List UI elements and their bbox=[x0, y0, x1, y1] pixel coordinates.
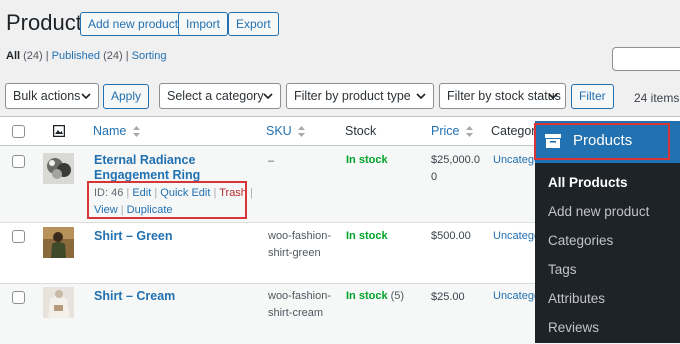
product-thumbnail[interactable] bbox=[43, 287, 74, 318]
search-input[interactable] bbox=[612, 47, 680, 71]
filter-published-count: (24) bbox=[103, 50, 123, 62]
stock-status-select[interactable]: Filter by stock status bbox=[439, 83, 566, 109]
product-type-select[interactable]: Filter by product type bbox=[286, 83, 434, 109]
sku-line: woo-fashion- bbox=[268, 290, 331, 302]
filter-published-link[interactable]: Published bbox=[52, 50, 100, 62]
price-cell: $25.00 bbox=[431, 291, 465, 303]
bulk-actions-select[interactable]: Bulk actions bbox=[5, 83, 99, 109]
separator: | bbox=[125, 50, 129, 62]
image-icon bbox=[53, 125, 65, 137]
chevron-down-icon bbox=[548, 93, 558, 100]
filter-all-count: (24) bbox=[23, 50, 43, 62]
price-line: $25,000.0 bbox=[431, 154, 480, 166]
column-name[interactable]: Name bbox=[93, 124, 140, 138]
separator: | bbox=[45, 50, 49, 62]
stock-status: In stock (5) bbox=[346, 290, 404, 302]
sort-icon bbox=[465, 126, 473, 138]
menu-item-reviews[interactable]: Reviews bbox=[548, 320, 599, 335]
items-count: 24 items bbox=[634, 91, 680, 105]
menu-item-all-products[interactable]: All Products bbox=[548, 175, 628, 190]
stock-status: In stock bbox=[346, 154, 388, 166]
price-cell: $25,000.0 0 bbox=[431, 152, 491, 186]
row-actions-highlight bbox=[87, 181, 247, 219]
product-thumbnail[interactable] bbox=[43, 153, 74, 184]
sort-icon bbox=[298, 126, 306, 138]
row-checkbox[interactable] bbox=[12, 155, 25, 168]
add-new-product-button[interactable]: Add new product bbox=[80, 12, 187, 36]
select-all-checkbox[interactable] bbox=[12, 125, 25, 138]
sorting-link[interactable]: Sorting bbox=[132, 50, 167, 62]
product-thumbnail[interactable] bbox=[43, 227, 74, 258]
sku-line: shirt-green bbox=[268, 247, 321, 259]
export-button[interactable]: Export bbox=[228, 12, 279, 36]
status-filter-links: All (24) | Published (24) | Sorting bbox=[6, 50, 166, 62]
sku-cell: woo-fashion- shirt-cream bbox=[268, 288, 338, 322]
column-sku-label: SKU bbox=[266, 124, 292, 138]
price-cell: $500.00 bbox=[431, 230, 471, 242]
column-stock: Stock bbox=[345, 124, 377, 138]
column-price[interactable]: Price bbox=[431, 124, 473, 138]
products-menu-highlight bbox=[534, 123, 670, 160]
menu-item-add-new-product[interactable]: Add new product bbox=[548, 204, 649, 219]
chevron-down-icon bbox=[81, 93, 91, 100]
sort-icon bbox=[132, 126, 140, 138]
separator: | bbox=[250, 187, 253, 199]
sku-cell: woo-fashion- shirt-green bbox=[268, 228, 338, 262]
stock-status-label: In stock bbox=[346, 290, 388, 302]
product-name-link[interactable]: Eternal Radiance Engagement Ring bbox=[94, 153, 254, 183]
sku-line: woo-fashion- bbox=[268, 230, 331, 242]
filter-button[interactable]: Filter bbox=[571, 84, 614, 109]
chevron-down-icon bbox=[263, 93, 273, 100]
apply-button[interactable]: Apply bbox=[103, 84, 150, 109]
stock-status-value: Filter by stock status bbox=[447, 89, 561, 103]
product-name-link[interactable]: Shirt – Green bbox=[94, 229, 254, 244]
menu-item-tags[interactable]: Tags bbox=[548, 262, 577, 277]
bulk-actions-value: Bulk actions bbox=[13, 89, 81, 103]
sku-line: shirt-cream bbox=[268, 307, 324, 319]
product-type-value: Filter by product type bbox=[294, 89, 411, 103]
column-name-label: Name bbox=[93, 124, 127, 138]
chevron-down-icon bbox=[416, 93, 426, 100]
column-price-label: Price bbox=[431, 124, 460, 138]
stock-status: In stock bbox=[346, 230, 388, 242]
product-name-link[interactable]: Shirt – Cream bbox=[94, 289, 254, 304]
price-line: 0 bbox=[431, 171, 438, 183]
stock-quantity: (5) bbox=[390, 290, 405, 302]
category-select-value: Select a category bbox=[167, 89, 264, 103]
menu-item-attributes[interactable]: Attributes bbox=[548, 291, 605, 306]
sku-cell: – bbox=[268, 155, 275, 167]
import-button[interactable]: Import bbox=[178, 12, 229, 36]
column-sku[interactable]: SKU bbox=[266, 124, 306, 138]
filter-all-link[interactable]: All bbox=[6, 50, 20, 62]
menu-item-categories[interactable]: Categories bbox=[548, 233, 613, 248]
row-checkbox[interactable] bbox=[12, 291, 25, 304]
row-checkbox[interactable] bbox=[12, 230, 25, 243]
category-select[interactable]: Select a category bbox=[159, 83, 281, 109]
